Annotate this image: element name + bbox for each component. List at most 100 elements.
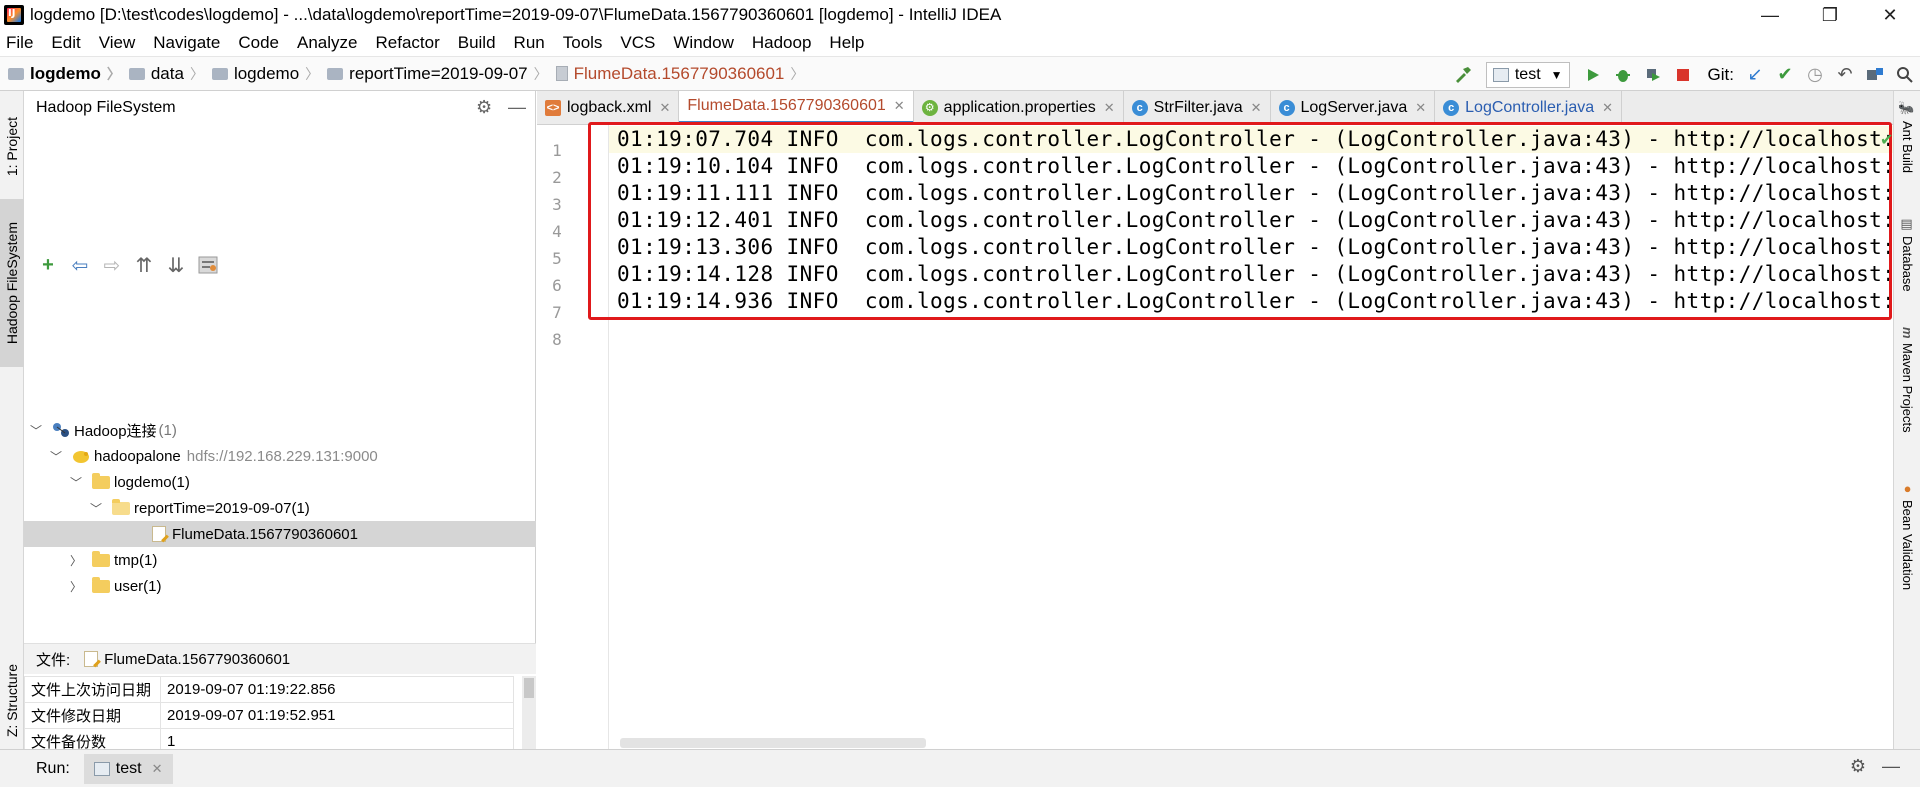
run-configuration-select[interactable]: test ▼: [1485, 61, 1570, 88]
tab-maven-projects[interactable]: m Maven Projects: [1894, 327, 1920, 432]
tab-hadoop-filesystem[interactable]: Hadoop FileSystem: [0, 199, 24, 367]
build-hammer-icon[interactable]: [1448, 60, 1478, 90]
tab-strfilter-java[interactable]: c StrFilter.java ✕: [1124, 91, 1271, 124]
tab-structure[interactable]: Z: Structure: [0, 656, 24, 746]
menu-edit[interactable]: Edit: [49, 33, 82, 53]
chevron-down-icon[interactable]: ﹀: [48, 448, 64, 465]
code-line[interactable]: 01:19:10.104 INFO com.logs.controller.Lo…: [617, 153, 1893, 180]
tree-node-logdemo[interactable]: ﹀ logdemo(1): [24, 469, 536, 495]
menu-build[interactable]: Build: [456, 33, 498, 53]
breadcrumb-project[interactable]: logdemo 〉: [0, 64, 121, 84]
tree-node-flumedata[interactable]: FlumeData.1567790360601: [24, 521, 536, 547]
restore-button[interactable]: ❐: [1800, 0, 1860, 30]
menu-hadoop[interactable]: Hadoop: [750, 33, 814, 53]
tab-ant-build[interactable]: 🐜 Ant Build: [1894, 101, 1920, 173]
minimize-button[interactable]: —: [1740, 0, 1800, 30]
code-line[interactable]: 01:19:11.111 INFO com.logs.controller.Lo…: [617, 180, 1893, 207]
close-icon[interactable]: ✕: [1251, 100, 1262, 116]
git-update-icon[interactable]: ↙: [1740, 60, 1770, 90]
close-icon[interactable]: ✕: [894, 98, 905, 114]
editor-tab-bar: <> logback.xml ✕ FlumeData.1567790360601…: [537, 91, 1893, 125]
code-line[interactable]: 01:19:07.704 INFO com.logs.controller.Lo…: [609, 126, 1893, 153]
chevron-down-icon[interactable]: ﹀: [28, 422, 44, 439]
tab-logback-xml[interactable]: <> logback.xml ✕: [537, 91, 680, 124]
minimize-panel-icon[interactable]: —: [1882, 756, 1900, 777]
tab-bean-validation[interactable]: ● Bean Validation: [1894, 481, 1920, 590]
code-line[interactable]: 01:19:14.128 INFO com.logs.controller.Lo…: [617, 261, 1893, 288]
expand-all-icon[interactable]: ⇈: [128, 251, 160, 279]
tab-database[interactable]: ▤ Database: [1894, 217, 1920, 292]
menu-run[interactable]: Run: [512, 33, 547, 53]
tab-application-properties[interactable]: ⚙ application.properties ✕: [914, 91, 1124, 124]
menu-view[interactable]: View: [97, 33, 138, 53]
chevron-down-icon[interactable]: ﹀: [88, 500, 104, 517]
code-line[interactable]: 01:19:12.401 INFO com.logs.controller.Lo…: [617, 207, 1893, 234]
table-cell-key: 文件上次访问日期: [24, 676, 161, 703]
left-tool-strip: 1: Project Hadoop FileSystem Z: Structur…: [0, 91, 24, 749]
settings-panel-icon[interactable]: [192, 251, 224, 279]
tree-node-server[interactable]: ﹀ hadoopalone hdfs://192.168.229.131:900…: [24, 443, 536, 469]
menu-code[interactable]: Code: [236, 33, 281, 53]
chevron-down-icon[interactable]: ﹀: [68, 474, 84, 491]
menu-analyze[interactable]: Analyze: [295, 33, 359, 53]
add-icon[interactable]: +: [32, 251, 64, 279]
horizontal-scrollbar[interactable]: [620, 738, 926, 748]
gear-icon[interactable]: ⚙: [1850, 756, 1866, 777]
breadcrumb-logdemo-label: logdemo: [233, 63, 300, 83]
run-tab-test[interactable]: test ✕: [83, 753, 173, 784]
tree-node-reporttime[interactable]: ﹀ reportTime=2019-09-07(1): [24, 495, 536, 521]
code-line[interactable]: 01:19:14.936 INFO com.logs.controller.Lo…: [617, 288, 1893, 315]
search-icon[interactable]: [1890, 60, 1920, 90]
minimize-panel-icon[interactable]: —: [508, 97, 526, 118]
folder-icon: [92, 576, 110, 593]
collapse-all-icon[interactable]: ⇊: [160, 251, 192, 279]
menu-tools[interactable]: Tools: [561, 33, 605, 53]
run-icon[interactable]: [1578, 60, 1608, 90]
stop-icon[interactable]: [1668, 60, 1698, 90]
close-icon[interactable]: ✕: [1415, 100, 1426, 116]
chevron-right-icon[interactable]: 〉: [68, 578, 84, 595]
tab-logcontroller-java[interactable]: c LogController.java ✕: [1435, 91, 1623, 124]
menu-vcs[interactable]: VCS: [618, 33, 657, 53]
tree-tmp-label: tmp(1): [114, 551, 158, 569]
close-icon[interactable]: ✕: [1104, 100, 1115, 116]
code-editor[interactable]: 01:19:07.704 INFO com.logs.controller.Lo…: [609, 125, 1893, 749]
coverage-icon[interactable]: [1638, 60, 1668, 90]
tree-node-user[interactable]: 〉 user(1): [24, 573, 536, 599]
tab-project[interactable]: 1: Project: [0, 97, 24, 197]
close-icon[interactable]: ✕: [1602, 100, 1613, 116]
git-revert-icon[interactable]: ↶: [1830, 60, 1860, 90]
menu-file[interactable]: File: [4, 33, 35, 53]
breadcrumb-logdemo[interactable]: logdemo 〉: [204, 64, 319, 84]
database-icon: ▤: [1900, 217, 1915, 232]
back-arrow-icon[interactable]: ⇦: [64, 251, 96, 279]
menu-window[interactable]: Window: [671, 33, 735, 53]
tab-flumedata[interactable]: FlumeData.1567790360601 ✕: [679, 91, 914, 124]
tab-logserver-java[interactable]: c LogServer.java ✕: [1271, 91, 1436, 124]
run-tab-label: test: [115, 759, 142, 777]
code-line[interactable]: 01:19:13.306 INFO com.logs.controller.Lo…: [617, 234, 1893, 261]
gear-icon[interactable]: ⚙: [476, 97, 492, 118]
hadoop-filesystem-panel: Hadoop FileSystem ⚙ — + ⇦ ⇨ ⇈ ⇊ ﹀ Hadoop…: [24, 91, 536, 755]
table-cell-key: 文件修改日期: [24, 702, 161, 729]
chevron-right-icon[interactable]: 〉: [68, 552, 84, 569]
close-button[interactable]: ✕: [1860, 0, 1920, 30]
menu-refactor[interactable]: Refactor: [373, 33, 441, 53]
java-class-icon: c: [1278, 99, 1295, 116]
forward-arrow-icon[interactable]: ⇨: [96, 251, 128, 279]
debug-icon[interactable]: [1608, 60, 1638, 90]
breadcrumb-reporttime[interactable]: reportTime=2019-09-07 〉: [319, 64, 548, 84]
git-commit-icon[interactable]: ✔: [1770, 60, 1800, 90]
close-icon[interactable]: ✕: [659, 100, 670, 116]
breadcrumb-file-label: FlumeData.1567790360601: [573, 63, 785, 83]
git-history-icon[interactable]: ◷: [1800, 60, 1830, 90]
breadcrumb-data[interactable]: data 〉: [121, 64, 204, 84]
tree-node-root[interactable]: ﹀ Hadoop连接 (1): [24, 417, 536, 443]
menu-navigate[interactable]: Navigate: [151, 33, 222, 53]
breadcrumb-file[interactable]: FlumeData.1567790360601 〉: [548, 63, 804, 84]
menu-help[interactable]: Help: [827, 33, 866, 53]
tree-node-tmp[interactable]: 〉 tmp(1): [24, 547, 536, 573]
close-icon[interactable]: ✕: [152, 761, 163, 777]
file-info-scrollbar[interactable]: [522, 676, 536, 750]
project-structure-icon[interactable]: [1860, 60, 1890, 90]
